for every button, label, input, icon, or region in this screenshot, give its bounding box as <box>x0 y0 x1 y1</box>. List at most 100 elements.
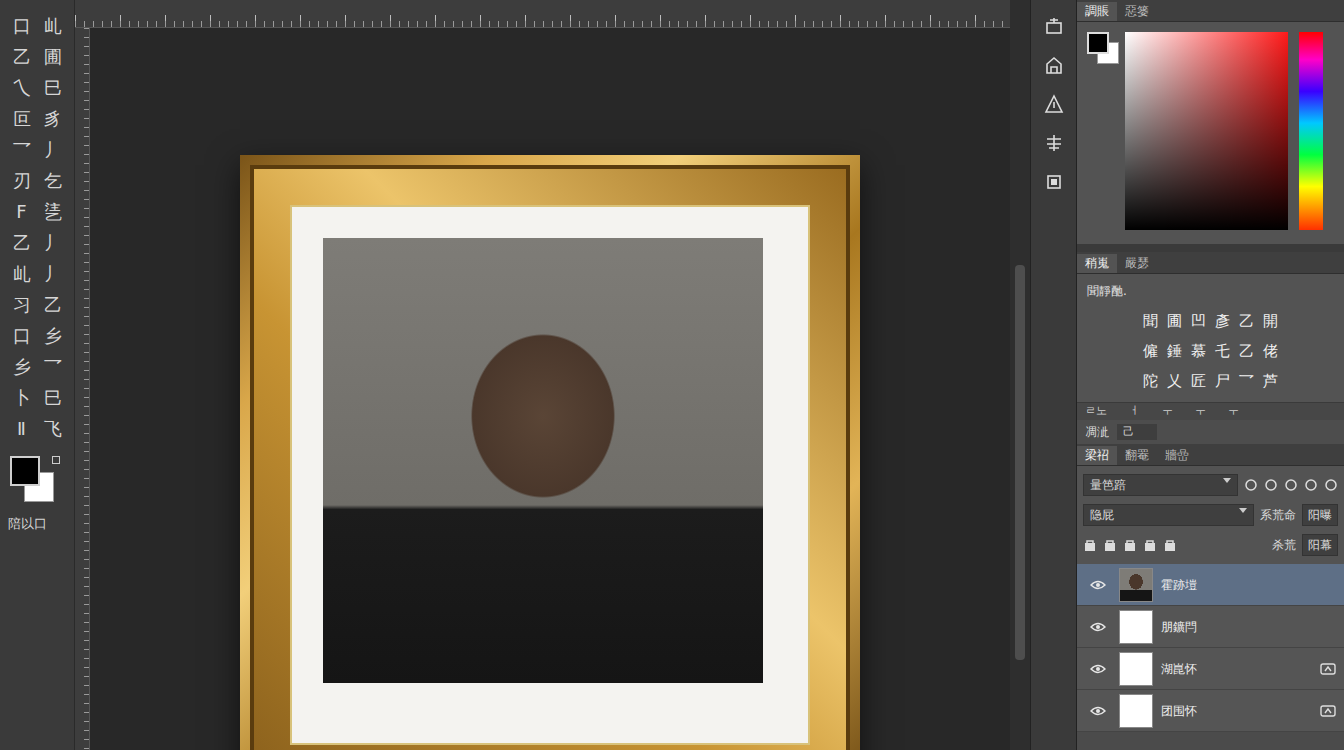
tool-button[interactable]: 乙 <box>9 234 35 252</box>
panel-button[interactable] <box>1031 45 1076 84</box>
adjustment-button[interactable]: 彥 <box>1214 310 1232 333</box>
visibility-toggle[interactable] <box>1085 664 1111 674</box>
eye-icon[interactable] <box>1090 622 1106 632</box>
layer-name[interactable]: 湖崑怀 <box>1161 660 1312 678</box>
tool-button[interactable]: 乛 <box>9 141 35 159</box>
tool-button[interactable]: 丿 <box>40 141 66 159</box>
foreground-swatch[interactable] <box>10 456 40 486</box>
home-icon[interactable] <box>1044 55 1064 75</box>
lock-move-icon[interactable] <box>1123 538 1137 552</box>
tool-button[interactable]: 乙 <box>40 296 66 314</box>
reset-colors-icon[interactable] <box>52 456 60 464</box>
panel-tab[interactable]: 翻罨 <box>1117 446 1157 465</box>
panel-button[interactable] <box>1031 84 1076 123</box>
tool-button[interactable]: 乢 <box>9 265 35 283</box>
lock-brush-icon[interactable] <box>1103 538 1117 552</box>
panel-tool[interactable]: ㅜ <box>1195 403 1206 420</box>
panel-button[interactable] <box>1031 123 1076 162</box>
vertical-scrollbar[interactable] <box>1010 0 1030 750</box>
panel-tool[interactable]: ㄹ노 <box>1085 403 1107 420</box>
visibility-toggle[interactable] <box>1085 706 1111 716</box>
lock-pixels-icon[interactable] <box>1083 538 1097 552</box>
tool-button[interactable]: 口 <box>9 327 35 345</box>
visibility-toggle[interactable] <box>1085 622 1111 632</box>
blend-mode-select[interactable]: 隐屁 <box>1083 504 1254 526</box>
tool-button[interactable]: 叵 <box>9 110 35 128</box>
tool-button[interactable]: 乛 <box>40 358 66 376</box>
tool-button[interactable]: 豸 <box>40 110 66 128</box>
tool-button[interactable]: F <box>9 203 35 221</box>
panel-tab[interactable]: 梁祒 <box>1077 446 1117 465</box>
properties-field[interactable]: 己 <box>1117 424 1157 441</box>
opacity-field[interactable]: 阳曝 <box>1302 504 1338 526</box>
adjustment-button[interactable]: 凹 <box>1190 310 1208 333</box>
eye-icon[interactable] <box>1090 706 1106 716</box>
quick-mask-label[interactable]: 陪以口 <box>0 508 74 534</box>
adjustment-button[interactable]: 芦 <box>1262 370 1280 393</box>
image-filter-icon[interactable] <box>1244 478 1258 492</box>
color-field[interactable] <box>1125 32 1288 230</box>
layer-row[interactable]: 朋鑛閂 <box>1077 606 1344 648</box>
adjustment-button[interactable]: 開 <box>1262 310 1280 333</box>
tool-button[interactable]: 巳 <box>40 79 66 97</box>
panel-tab[interactable]: 稍嵬 <box>1077 254 1117 273</box>
tool-button[interactable]: 卜 <box>9 389 35 407</box>
scroll-thumb[interactable] <box>1015 265 1025 660</box>
lock-artboard-icon[interactable] <box>1143 538 1157 552</box>
shape-filter-icon[interactable] <box>1304 478 1318 492</box>
smart-filter-icon[interactable] <box>1324 478 1338 492</box>
adjustment-button[interactable]: 陀 <box>1142 370 1160 393</box>
adjustment-button[interactable]: 聞 <box>1142 310 1160 333</box>
tool-button[interactable]: 丿 <box>40 234 66 252</box>
adjustment-button[interactable]: 乇 <box>1214 340 1232 363</box>
type-filter-icon[interactable] <box>1284 478 1298 492</box>
panel-button[interactable] <box>1031 6 1076 45</box>
panel-tab[interactable]: 惡篓 <box>1117 2 1157 21</box>
panel-tab[interactable]: 牆嵒 <box>1157 446 1197 465</box>
smart-object-icon[interactable] <box>1320 704 1336 718</box>
tool-button[interactable]: 口 <box>9 17 35 35</box>
tool-button[interactable]: 乼 <box>40 203 66 221</box>
tool-button[interactable]: 乡 <box>40 327 66 345</box>
tool-button[interactable]: 丿 <box>40 265 66 283</box>
tool-button[interactable]: 圃 <box>40 48 66 66</box>
layer-filter-select[interactable]: 量笆踣 <box>1083 474 1238 496</box>
adjustment-button[interactable]: 慕 <box>1190 340 1208 363</box>
adjustment-button[interactable]: 乛 <box>1238 370 1256 393</box>
panel-button[interactable] <box>1031 162 1076 201</box>
canvas[interactable] <box>90 28 1010 750</box>
adjustment-button[interactable]: 佬 <box>1262 340 1280 363</box>
warning-icon[interactable] <box>1044 94 1064 114</box>
adjustment-button[interactable]: 乙 <box>1238 340 1256 363</box>
visibility-toggle[interactable] <box>1085 580 1111 590</box>
foreground-color[interactable] <box>1087 32 1109 54</box>
eye-icon[interactable] <box>1090 664 1106 674</box>
adjustment-button[interactable]: 尸 <box>1214 370 1232 393</box>
lock-all-icon[interactable] <box>1163 538 1177 552</box>
layer-name[interactable]: 霍跡塏 <box>1161 576 1312 594</box>
align-icon[interactable] <box>1044 133 1064 153</box>
tool-button[interactable]: 乢 <box>40 17 66 35</box>
history-icon[interactable] <box>1044 16 1064 36</box>
layer-name[interactable]: 朋鑛閂 <box>1161 618 1312 636</box>
panel-tool[interactable]: ㅜ <box>1162 403 1173 420</box>
dropdown-icon[interactable] <box>1223 476 1231 484</box>
tool-button[interactable]: 乞 <box>40 172 66 190</box>
tool-button[interactable]: 习 <box>9 296 35 314</box>
panel-tab[interactable]: 調賬 <box>1077 2 1117 21</box>
adjustment-button[interactable]: 圃 <box>1166 310 1184 333</box>
tool-button[interactable]: 飞 <box>40 420 66 438</box>
adjustment-button[interactable]: 錘 <box>1166 340 1184 363</box>
panel-tab[interactable]: 嚴瑟 <box>1117 254 1157 273</box>
panel-tool[interactable]: ㅓ <box>1129 403 1140 420</box>
panel-tool[interactable]: ㅜ <box>1228 403 1239 420</box>
layer-row[interactable]: 霍跡塏 <box>1077 564 1344 606</box>
layer-row[interactable]: 团围怀 <box>1077 690 1344 732</box>
hue-slider[interactable] <box>1299 32 1323 230</box>
frame-icon[interactable] <box>1044 172 1064 192</box>
adjustment-button[interactable]: 僱 <box>1142 340 1160 363</box>
dropdown-icon[interactable] <box>1239 506 1247 514</box>
smart-object-icon[interactable] <box>1320 662 1336 676</box>
tool-button[interactable]: 乀 <box>9 79 35 97</box>
adjustment-button[interactable]: 乙 <box>1238 310 1256 333</box>
